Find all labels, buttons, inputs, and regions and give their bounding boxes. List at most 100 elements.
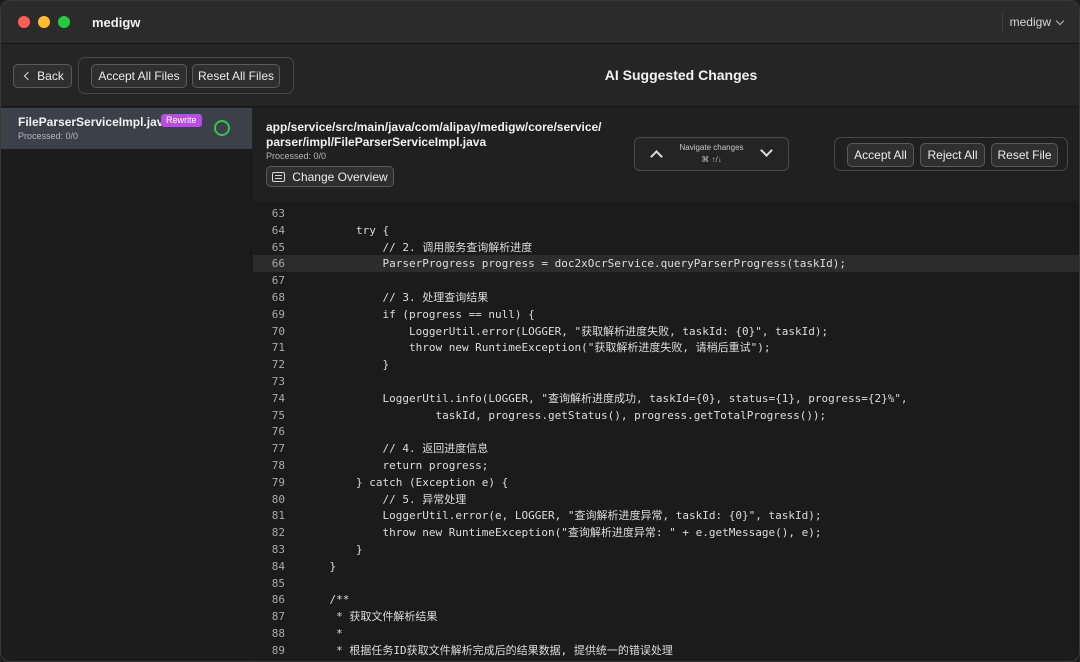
code-line: 75 taskId, progress.getStatus(), progres… (253, 407, 1079, 424)
app-window: medigw medigw Back Accept All Files Rese… (0, 0, 1080, 662)
code-line: 70 LoggerUtil.error(LOGGER, "获取解析进度失败, t… (253, 323, 1079, 340)
line-number: 65 (271, 240, 285, 254)
file-path-line-1: app/service/src/main/java/com/alipay/med… (266, 120, 602, 134)
code-line: 80 // 5. 异常处理 (253, 491, 1079, 508)
code-line: 86 /** (253, 591, 1079, 608)
line-number: 64 (271, 223, 285, 237)
change-overview-label: Change Overview (292, 169, 388, 184)
line-number: 69 (271, 307, 285, 321)
file-header: app/service/src/main/java/com/alipay/med… (253, 108, 1079, 201)
minimize-window-button[interactable] (38, 16, 50, 28)
zoom-window-button[interactable] (58, 16, 70, 28)
line-code: return progress; (303, 459, 489, 472)
back-button-label: Back (37, 69, 64, 83)
code-line: 65 // 2. 调用服务查询解析进度 (253, 239, 1079, 256)
line-number: 84 (271, 559, 285, 573)
line-number: 87 (271, 610, 285, 624)
line-code: LoggerUtil.error(LOGGER, "获取解析进度失败, task… (303, 324, 829, 338)
change-overview-button[interactable]: Change Overview (266, 166, 394, 187)
line-code: * (303, 627, 343, 640)
line-number: 71 (271, 341, 285, 355)
line-number: 73 (271, 375, 285, 388)
line-number: 72 (271, 358, 285, 372)
back-button[interactable]: Back (13, 64, 72, 88)
line-number: 79 (271, 475, 285, 489)
line-code: if (progress == null) { (303, 307, 535, 321)
line-code: * 获取文件解析结果 (303, 610, 438, 624)
code-editor[interactable]: 63 64 try {65 // 2. 调用服务查询解析进度 66 ParserPr… (253, 201, 1079, 661)
code-line: 71 throw new RuntimeException("获取解析进度失败,… (253, 339, 1079, 356)
line-code: // 2. 调用服务查询解析进度 (303, 240, 533, 254)
code-line: 76 (253, 423, 1079, 440)
code-line: 83 } (253, 541, 1079, 558)
accept-all-files-button[interactable]: Accept All Files (91, 64, 187, 88)
line-number: 86 (271, 593, 285, 607)
file-item-name: FileParserServiceImpl.java (18, 115, 171, 129)
reset-file-button[interactable]: Reset File (991, 143, 1058, 167)
sidebar-file-item[interactable]: FileParserServiceImpl.java Rewrite Proce… (1, 108, 252, 149)
code-line: 79 } catch (Exception e) { (253, 474, 1079, 491)
reset-all-files-button[interactable]: Reset All Files (192, 64, 280, 88)
code-line: 82 throw new RuntimeException("查询解析进度异常:… (253, 524, 1079, 541)
line-code: } catch (Exception e) { (303, 475, 509, 489)
code-line: 66 ParserProgress progress = doc2xOcrSer… (253, 255, 1079, 273)
code-line: 88 * (253, 625, 1079, 642)
code-line: 81 LoggerUtil.error(e, LOGGER, "查询解析进度异常… (253, 507, 1079, 524)
line-number: 89 (271, 643, 285, 657)
line-code: } (303, 543, 363, 556)
line-code: } (303, 559, 337, 573)
line-code: try { (303, 223, 390, 237)
code-line: 63 (253, 205, 1079, 222)
code-line: 68 // 3. 处理查询结果 (253, 289, 1079, 306)
line-number: 76 (271, 425, 285, 439)
navigate-changes-control: Navigate changes ⌘ ↑/↓ (634, 137, 789, 171)
rewrite-badge: Rewrite (161, 114, 202, 127)
title-bar: medigw medigw (1, 1, 1079, 44)
line-code: throw new RuntimeException("查询解析进度异常: " … (303, 526, 822, 540)
code-line: 67 (253, 272, 1079, 289)
code-line: 78 return progress; (253, 457, 1079, 474)
close-window-button[interactable] (18, 16, 30, 28)
accept-all-button[interactable]: Accept All (847, 143, 914, 167)
status-ring-icon (214, 120, 230, 136)
line-code: throw new RuntimeException("获取解析进度失败, 请稍… (303, 341, 771, 355)
file-sidebar: FileParserServiceImpl.java Rewrite Proce… (1, 108, 252, 661)
line-code: } (303, 358, 390, 372)
line-number: 77 (271, 442, 285, 456)
file-path: app/service/src/main/java/com/alipay/med… (266, 120, 616, 150)
code-line: 77 // 4. 返回进度信息 (253, 440, 1079, 457)
line-code: LoggerUtil.error(e, LOGGER, "查询解析进度异常, t… (303, 509, 822, 523)
line-number: 68 (271, 291, 285, 304)
chevron-left-icon (23, 71, 33, 81)
line-number: 74 (271, 391, 285, 405)
line-number: 83 (271, 543, 285, 556)
workspace-selector[interactable]: medigw (1001, 11, 1071, 33)
file-item-processed: Processed: 0/0 (18, 131, 79, 141)
code-line: 85 (253, 575, 1079, 592)
line-code: /** (303, 593, 350, 607)
line-number: 70 (271, 324, 285, 338)
code-line: 89 * 根据任务ID获取文件解析完成后的结果数据, 提供统一的错误处理 (253, 642, 1079, 659)
line-number: 81 (271, 509, 285, 523)
line-code: LoggerUtil.info(LOGGER, "查询解析进度成功, taskI… (303, 391, 908, 405)
page-title: AI Suggested Changes (604, 67, 758, 83)
line-code: ParserProgress progress = doc2xOcrServic… (303, 257, 847, 271)
line-number: 63 (271, 207, 285, 220)
code-line: 73 (253, 373, 1079, 390)
line-code: // 5. 异常处理 (303, 492, 467, 506)
line-number: 80 (271, 492, 285, 506)
reject-all-button[interactable]: Reject All (920, 143, 985, 167)
file-path-line-2: parser/impl/FileParserServiceImpl.java (266, 135, 487, 149)
app-title: medigw (92, 14, 141, 30)
code-line: 69 if (progress == null) { (253, 306, 1079, 323)
code-line: 72 } (253, 356, 1079, 373)
line-number: 75 (271, 408, 285, 422)
line-number: 88 (271, 627, 285, 640)
code-line: 84 } (253, 558, 1079, 575)
code-line: 64 try { (253, 222, 1079, 239)
line-number: 85 (271, 576, 285, 590)
list-icon (272, 171, 286, 182)
file-processed-status: Processed: 0/0 (266, 151, 327, 161)
line-number: 67 (271, 274, 285, 288)
code-line: 74 LoggerUtil.info(LOGGER, "查询解析进度成功, ta… (253, 390, 1079, 407)
